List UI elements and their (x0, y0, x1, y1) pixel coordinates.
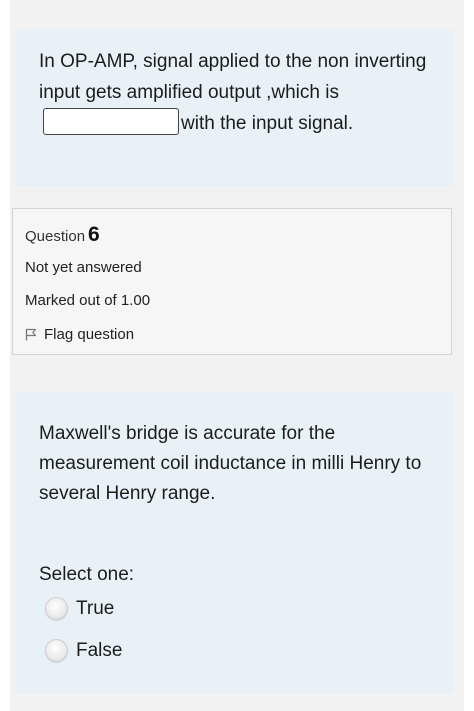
question-6-info: Question 6 Not yet answered Marked out of… (12, 208, 452, 355)
question-6-content: Maxwell's bridge is accurate for the mea… (15, 392, 454, 694)
radio-false[interactable] (45, 639, 68, 662)
flag-question-button[interactable]: Flag question (25, 326, 134, 343)
question-5-text-before: In OP-AMP, signal applied to the non inv… (39, 51, 427, 103)
radio-true[interactable] (45, 597, 68, 620)
question-6-text: Maxwell's bridge is accurate for the mea… (39, 423, 422, 504)
question-5-content: In OP-AMP, signal applied to the non inv… (15, 30, 454, 187)
select-one-prompt: Select one: (39, 564, 135, 585)
question-5-text: In OP-AMP, signal applied to the non inv… (39, 46, 439, 139)
option-true-label: True (76, 597, 115, 619)
question-number: Question 6 (25, 223, 100, 247)
option-false-label: False (76, 639, 123, 661)
option-false[interactable]: False (45, 639, 122, 662)
flag-question-label: Flag question (44, 326, 135, 343)
question-5-text-after: with the input signal. (181, 113, 354, 134)
flag-outline-icon (25, 328, 37, 341)
question-label: Question (25, 228, 86, 245)
answer-status: Not yet answered (25, 259, 142, 276)
question-number-value: 6 (88, 223, 100, 246)
answer-blank-input[interactable] (43, 108, 179, 136)
marks-info: Marked out of 1.00 (25, 292, 151, 309)
option-true[interactable]: True (45, 597, 114, 620)
